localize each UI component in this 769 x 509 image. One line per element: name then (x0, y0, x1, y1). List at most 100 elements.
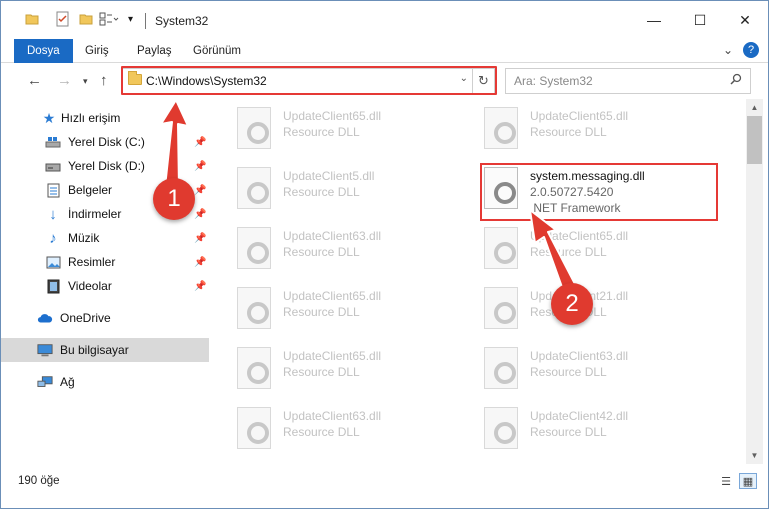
details-view-icon[interactable]: ☰ (717, 473, 735, 489)
sidebar-item-music[interactable]: ♪ Müzik 📌 (1, 226, 209, 250)
title-bar: ▾ System32 ― ☐ ✕ (1, 1, 768, 39)
dll-file-icon (484, 407, 518, 449)
file-name: UpdateClient65.dll (283, 109, 382, 123)
folder-icon (128, 71, 142, 85)
dll-file-icon (237, 407, 271, 449)
sidebar-item-disk-c[interactable]: Yerel Disk (C:) 📌 (1, 130, 209, 154)
sidebar-item-videos[interactable]: Videolar 📌 (1, 274, 209, 298)
tab-gorunum[interactable]: Görünüm (193, 39, 241, 63)
list-item[interactable]: UpdateClient65.dll Resource DLL (213, 99, 453, 153)
file-description: Resource DLL (283, 125, 360, 139)
pin-icon[interactable]: 📌 (194, 281, 206, 292)
file-description: Resource DLL (283, 305, 360, 319)
sidebar-item-pictures[interactable]: Resimler 📌 (1, 250, 209, 274)
sidebar-item-label: Yerel Disk (D:) (68, 159, 145, 173)
sidebar-item-label: İndirmeler (68, 207, 122, 221)
tab-dosya[interactable]: Dosya (14, 39, 73, 63)
list-item[interactable]: UpdateClient63.dll Resource DLL (213, 399, 453, 453)
list-item[interactable]: UpdateClient63.dll Resource DLL (460, 339, 700, 393)
status-bar: 190 öğe ☰ ▦ (1, 469, 768, 493)
computer-icon (37, 342, 53, 358)
properties-icon[interactable] (55, 11, 71, 30)
file-name: UpdateClient65.dll (283, 289, 382, 303)
forward-arrow-icon[interactable]: → (57, 72, 72, 89)
pin-icon[interactable]: 📌 (194, 185, 206, 196)
large-icons-view-icon[interactable]: ▦ (739, 473, 757, 489)
scroll-up-icon[interactable]: ▲ (746, 99, 763, 116)
list-item[interactable]: UpdateClient65.dll Resource DLL (460, 219, 700, 273)
pin-icon[interactable]: 📌 (194, 161, 206, 172)
navigation-bar: ← → ▾ ↑ C:\Windows\System32 ⌄ ↻ Ara: Sys… (1, 64, 768, 98)
file-description: Resource DLL (530, 425, 607, 439)
sidebar-item-onedrive[interactable]: OneDrive (1, 306, 209, 330)
list-item[interactable]: UpdateClient5.dll Resource DLL (213, 159, 453, 213)
list-item-system-messaging[interactable]: system.messaging.dll 2.0.50727.5420 .NET… (460, 159, 700, 215)
help-icon[interactable]: ? (743, 42, 759, 58)
file-description: Resource DLL (530, 125, 607, 139)
file-name: UpdateClient63.dll (530, 349, 629, 363)
file-description: Resource DLL (283, 425, 360, 439)
file-description: Resource DLL (283, 245, 360, 259)
up-arrow-icon[interactable]: ↑ (100, 72, 108, 89)
pin-icon[interactable]: 📌 (194, 257, 206, 268)
scrollbar-thumb[interactable] (747, 116, 762, 164)
pin-icon[interactable]: 📌 (194, 209, 206, 220)
videos-icon (45, 278, 61, 294)
close-button[interactable]: ✕ (722, 1, 768, 39)
address-bar[interactable]: C:\Windows\System32 ⌄ ↻ (121, 68, 495, 94)
sidebar-item-label: Hızlı erişim (61, 111, 121, 125)
file-company: .NET Framework (530, 201, 621, 215)
step-1-badge: 1 (153, 178, 195, 220)
title-separator (145, 13, 146, 29)
recent-locations-icon[interactable]: ▾ (83, 76, 88, 87)
sidebar-item-this-pc[interactable]: Bu bilgisayar (1, 338, 209, 362)
dll-file-icon (237, 287, 271, 329)
file-name: UpdateClient5.dll (283, 169, 375, 183)
minimize-button[interactable]: ― (631, 1, 677, 39)
sidebar-item-label: Ağ (60, 375, 75, 389)
file-version: 2.0.50727.5420 (530, 185, 614, 199)
pictures-icon (45, 254, 61, 270)
chevron-down-icon[interactable]: ⌄ (460, 73, 468, 84)
sidebar-item-network[interactable]: Ağ (1, 370, 209, 394)
vertical-scrollbar[interactable]: ▲ ▼ (746, 99, 763, 464)
customize-toolbar-icon[interactable]: ▾ (128, 14, 133, 25)
search-input[interactable]: Ara: System32 (505, 68, 751, 94)
documents-icon (45, 182, 61, 198)
sidebar-item-label: Belgeler (68, 183, 113, 197)
drive-icon (45, 158, 61, 174)
list-item[interactable]: UpdateClient65.dll Resource DLL (213, 279, 453, 333)
sidebar-item-label: Yerel Disk (C:) (68, 135, 145, 149)
sidebar-item-label: Bu bilgisayar (60, 343, 129, 357)
file-name: system.messaging.dll (530, 169, 645, 183)
file-name: UpdateClient65.dll (530, 229, 629, 243)
sidebar-item-quick-access[interactable]: ★ Hızlı erişim (1, 106, 209, 130)
sidebar-item-disk-d[interactable]: Yerel Disk (D:) 📌 (1, 154, 209, 178)
back-arrow-icon[interactable]: ← (27, 72, 42, 89)
view-options-icon[interactable] (99, 12, 119, 29)
tab-paylas[interactable]: Paylaş (137, 39, 172, 63)
maximize-button[interactable]: ☐ (677, 1, 723, 39)
new-folder-icon[interactable] (79, 12, 93, 29)
file-description: Resource DLL (530, 245, 607, 259)
folder-icon (25, 12, 39, 29)
sidebar-item-label: Müzik (68, 231, 100, 245)
pin-icon[interactable]: 📌 (194, 137, 206, 148)
file-name: UpdateClient63.dll (283, 229, 382, 243)
search-icon[interactable] (730, 73, 742, 88)
navigation-pane: ★ Hızlı erişim Yerel Disk (C:) 📌 Yerel D… (1, 99, 213, 464)
list-item[interactable]: UpdateClient65.dll Resource DLL (460, 99, 700, 153)
sidebar-item-label: Resimler (68, 255, 116, 269)
list-item[interactable]: UpdateClient65.dll Resource DLL (213, 339, 453, 393)
refresh-icon[interactable]: ↻ (472, 69, 494, 93)
address-path[interactable]: C:\Windows\System32 (146, 74, 267, 88)
scroll-down-icon[interactable]: ▼ (746, 447, 763, 464)
pin-icon[interactable]: 📌 (194, 233, 206, 244)
list-item[interactable]: UpdateClient63.dll Resource DLL (213, 219, 453, 273)
file-name: UpdateClient65.dll (283, 349, 382, 363)
step-2-badge: 2 (551, 283, 593, 325)
dll-file-icon (484, 227, 518, 269)
expand-ribbon-icon[interactable]: ⌄ (723, 43, 733, 57)
list-item[interactable]: UpdateClient42.dll Resource DLL (460, 399, 700, 453)
tab-giris[interactable]: Giriş (85, 39, 109, 63)
